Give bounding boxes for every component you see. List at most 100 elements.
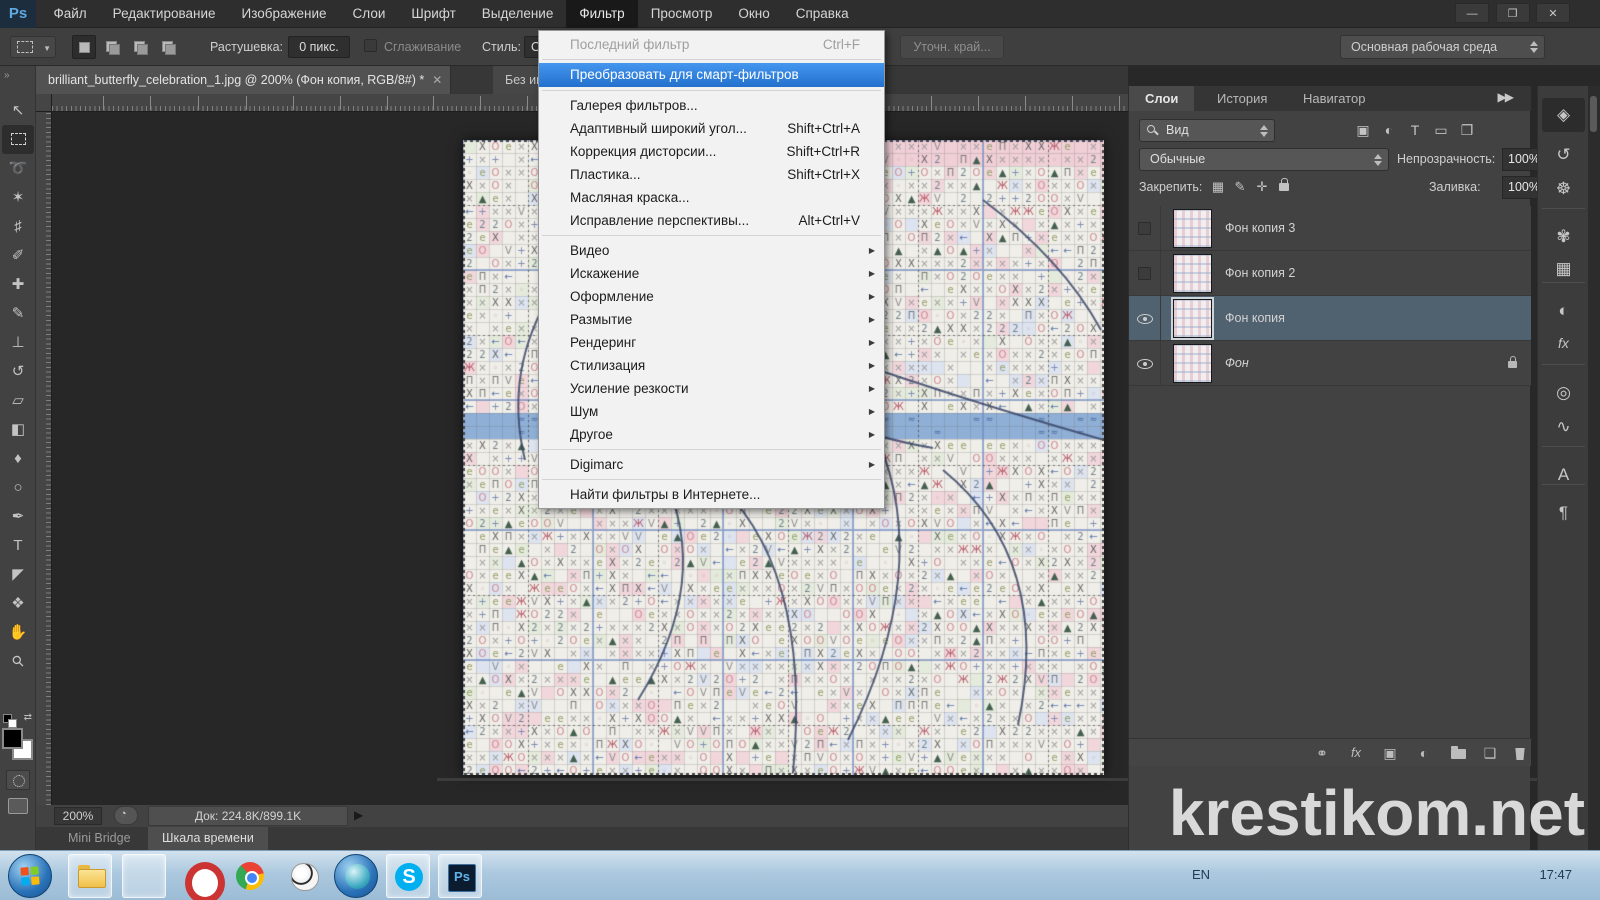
menu-item[interactable]: Справка (783, 0, 862, 28)
minimize-button[interactable]: — (1455, 3, 1489, 23)
filter-menu-item[interactable]: Коррекция дисторсии... Shift+Ctrl+R (539, 140, 884, 163)
quick-mask-button[interactable] (6, 770, 30, 790)
filter-menu-item[interactable]: Масляная краска... (539, 186, 884, 209)
filter-smart-objects-icon[interactable]: ❐ (1454, 119, 1480, 142)
brush-tool[interactable]: ✎ (0, 299, 36, 328)
Фон копия[interactable]: Фон копия (1129, 296, 1531, 341)
filter-menu-item[interactable]: Адаптивный широкий угол... Shift+Ctrl+A (539, 117, 884, 140)
navigator-panel-icon[interactable]: ☸ (1542, 172, 1585, 206)
blend-mode-select[interactable]: Обычные (1139, 148, 1389, 171)
explorer-taskbar-icon[interactable] (68, 854, 112, 898)
right-edge-scrollbar[interactable] (1588, 86, 1600, 850)
type-tool[interactable]: T (0, 531, 36, 560)
pen-tool[interactable]: ✒ (0, 502, 36, 531)
history-panel-icon[interactable]: ↺ (1542, 138, 1585, 172)
eraser-tool[interactable]: ▱ (0, 386, 36, 415)
filter-menu-item[interactable]: Последний фильтр Ctrl+F (539, 33, 884, 56)
visibility-toggle[interactable] (1129, 341, 1161, 386)
filter-menu-item[interactable]: Галерея фильтров... (539, 94, 884, 117)
filter-menu-item[interactable]: Рендеринг ▶ (539, 331, 884, 354)
lock-all-icon[interactable] (1273, 177, 1295, 194)
taskbar-clock[interactable]: 17:47 (1539, 867, 1572, 882)
selection-new-button[interactable] (72, 35, 96, 59)
selection-intersect-button[interactable] (156, 35, 180, 59)
document-size-info[interactable]: Док: 224.8K/899.1K (148, 806, 348, 826)
firefox-taskbar-icon[interactable] (122, 854, 166, 898)
lock-transparency-icon[interactable]: ▦ (1207, 179, 1229, 195)
styles-panel-icon[interactable]: fx (1542, 326, 1585, 360)
eyedropper-tool[interactable]: ✐ (0, 241, 36, 270)
filter-menu-item[interactable]: Другое ▶ (539, 423, 884, 446)
splat-app-taskbar-icon[interactable] (282, 854, 326, 898)
filter-menu-item[interactable]: Исправление перспективы... Alt+Ctrl+V (539, 209, 884, 232)
Фон[interactable]: Фон (1129, 341, 1531, 386)
tool-preset-picker[interactable]: ▼ (10, 36, 56, 58)
menu-item[interactable]: Изображение (229, 0, 340, 28)
menu-item[interactable]: Просмотр (638, 0, 726, 28)
language-indicator[interactable]: EN (1192, 867, 1210, 882)
quick-selection-tool[interactable]: ✶ (0, 183, 36, 212)
layer-filter-select[interactable]: Вид (1139, 119, 1275, 142)
status-options-arrow-icon[interactable]: ▶ (354, 808, 363, 822)
clone-stamp-tool[interactable]: ⊥ (0, 328, 36, 357)
collapse-panel-icon[interactable]: ▶▶ (1498, 90, 1512, 104)
visibility-toggle[interactable] (1129, 206, 1161, 251)
filter-pixel-layers-icon[interactable]: ▣ (1350, 119, 1376, 142)
rectangular-marquee-tool[interactable] (2, 125, 34, 154)
menu-item[interactable]: Выделение (469, 0, 567, 28)
filter-menu-item[interactable]: Стилизация ▶ (539, 354, 884, 377)
visibility-toggle[interactable] (1129, 251, 1161, 296)
workspace-select[interactable]: Основная рабочая среда (1340, 35, 1545, 59)
menu-item[interactable]: Слои (340, 0, 399, 28)
layer-style-icon[interactable]: fx (1341, 739, 1371, 767)
opera-taskbar-icon[interactable] (176, 854, 220, 898)
delete-layer-icon[interactable] (1505, 739, 1535, 767)
crop-tool[interactable]: ♯ (0, 212, 36, 241)
filter-menu-item[interactable]: Искажение ▶ (539, 262, 884, 285)
restore-button[interactable]: ❐ (1496, 3, 1530, 23)
menu-item[interactable]: Фильтр (566, 0, 637, 28)
hand-tool[interactable]: ✋ (0, 618, 36, 647)
filter-menu-item[interactable]: Найти фильтры в Интернете... (539, 483, 884, 506)
new-layer-icon[interactable]: ❑ (1475, 739, 1505, 767)
move-tool[interactable]: ↖ (0, 96, 36, 125)
filter-shape-layers-icon[interactable]: ▭ (1428, 119, 1454, 142)
filter-menu-item[interactable]: Размытие ▶ (539, 308, 884, 331)
lasso-tool[interactable]: ➰ (0, 154, 36, 183)
filter-menu-item[interactable]: Пластика... Shift+Ctrl+X (539, 163, 884, 186)
Фон копия 3[interactable]: Фон копия 3 (1129, 206, 1531, 251)
healing-brush-tool[interactable]: ✚ (0, 270, 36, 299)
paragraph-panel-icon[interactable]: ¶ (1542, 496, 1585, 530)
filter-adjustment-layers-icon[interactable]: ◐ (1376, 119, 1402, 142)
start-button[interactable] (8, 854, 52, 898)
filter-menu-item[interactable]: Усиление резкости ▶ (539, 377, 884, 400)
feather-input[interactable]: 0 пикс. (288, 36, 350, 58)
filter-menu-item[interactable] (539, 56, 884, 63)
menu-item[interactable]: Шрифт (398, 0, 468, 28)
filter-menu-item[interactable] (539, 476, 884, 483)
filter-menu-item[interactable]: Преобразовать для смарт-фильтров (539, 63, 884, 87)
lock-paint-icon[interactable]: ✎ (1229, 179, 1251, 195)
bottom-panel-tab[interactable]: Mini Bridge (54, 827, 145, 850)
chrome-taskbar-icon[interactable] (228, 854, 272, 898)
filter-menu-item[interactable]: Digimarc ▶ (539, 453, 884, 476)
zoom-tool[interactable]: ⚲ (0, 647, 36, 676)
channels-panel-icon[interactable]: ◎ (1542, 376, 1585, 410)
filter-menu-item[interactable] (539, 232, 884, 239)
custom-shape-tool[interactable]: ❖ (0, 589, 36, 618)
swap-colors-icon[interactable]: ⇄ (24, 712, 32, 723)
screen-mode-button[interactable] (8, 798, 28, 814)
path-selection-tool[interactable]: ◤ (0, 560, 36, 589)
document-tab[interactable]: brilliant_butterfly_celebration_1.jpg @ … (36, 66, 451, 94)
close-tab-icon[interactable]: ✕ (432, 66, 442, 94)
adjustment-layer-icon[interactable]: ◐ (1409, 739, 1439, 767)
paths-panel-icon[interactable]: ∿ (1542, 410, 1585, 444)
filter-menu-item[interactable]: Оформление ▶ (539, 285, 884, 308)
color-panel-icon[interactable]: ✾ (1542, 220, 1585, 254)
filter-menu-item[interactable] (539, 87, 884, 94)
dodge-tool[interactable]: ○ (0, 473, 36, 502)
Фон копия 2[interactable]: Фон копия 2 (1129, 251, 1531, 296)
bottom-panel-tab[interactable]: Шкала времени (148, 827, 268, 850)
panel-tab[interactable]: История (1201, 86, 1283, 111)
blur-tool[interactable]: ♦ (0, 444, 36, 473)
